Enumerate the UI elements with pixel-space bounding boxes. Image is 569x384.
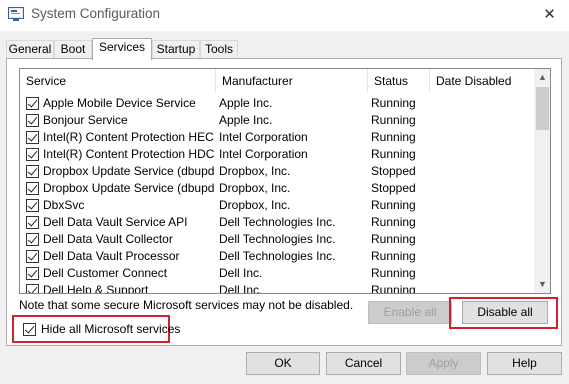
services-list[interactable]: Service Manufacturer Status Date Disable… (19, 68, 551, 294)
hide-microsoft-services-label[interactable]: Hide all Microsoft services (41, 322, 180, 336)
service-manufacturer: Dropbox, Inc. (219, 164, 291, 178)
tab-general[interactable]: General (6, 40, 54, 59)
service-status: Running (371, 232, 416, 246)
service-status: Running (371, 266, 416, 280)
service-status: Running (371, 249, 416, 263)
service-manufacturer: Dell Technologies Inc. (219, 215, 336, 229)
tab-tools[interactable]: Tools (200, 40, 238, 59)
service-manufacturer: Dell Inc. (219, 266, 263, 280)
service-checkbox[interactable] (26, 182, 39, 195)
service-manufacturer: Intel Corporation (219, 147, 308, 161)
service-manufacturer: Dropbox, Inc. (219, 181, 291, 195)
service-manufacturer: Apple Inc. (219, 113, 273, 127)
service-name: DbxSvc (43, 198, 85, 212)
service-checkbox[interactable] (26, 199, 39, 212)
table-row[interactable]: Dell Customer Connect Dell Inc. Running (20, 265, 534, 282)
enable-all-button[interactable]: Enable all (368, 301, 452, 324)
service-manufacturer: Intel Corporation (219, 130, 308, 144)
table-row[interactable]: Intel(R) Content Protection HDC... Intel … (20, 146, 534, 163)
service-name: Intel(R) Content Protection HEC... (43, 130, 215, 144)
title-bar: System Configuration ✕ (0, 0, 569, 31)
service-checkbox[interactable] (26, 148, 39, 161)
column-header-service[interactable]: Service (20, 69, 216, 93)
table-row[interactable]: Dell Data Vault Service API Dell Technolo… (20, 214, 534, 231)
disable-all-label: Disable all (477, 305, 533, 319)
table-row[interactable]: Dropbox Update Service (dbupd... Dropbox,… (20, 163, 534, 180)
service-checkbox[interactable] (26, 250, 39, 263)
service-status: Running (371, 283, 416, 294)
table-row[interactable]: Bonjour Service Apple Inc. Running (20, 112, 534, 129)
msconfig-icon (8, 7, 24, 21)
services-rows: Apple Mobile Device Service Apple Inc. Run… (20, 95, 534, 294)
table-row[interactable]: Dell Data Vault Processor Dell Technologi… (20, 248, 534, 265)
service-manufacturer: Apple Inc. (219, 96, 273, 110)
service-name: Dell Customer Connect (43, 266, 168, 280)
service-checkbox[interactable] (26, 216, 39, 229)
service-status: Stopped (371, 181, 416, 195)
service-name: Dropbox Update Service (dbupd... (43, 164, 215, 178)
service-manufacturer: Dell Inc. (219, 283, 263, 294)
table-row[interactable]: Dell Help & Support Dell Inc. Running (20, 282, 534, 294)
apply-button[interactable]: Apply (406, 352, 481, 375)
service-checkbox[interactable] (26, 284, 39, 293)
table-row[interactable]: Dropbox Update Service (dbupd... Dropbox,… (20, 180, 534, 197)
enable-all-label: Enable all (383, 305, 437, 319)
tab-boot[interactable]: Boot (54, 40, 92, 59)
service-status: Stopped (371, 164, 416, 178)
disable-all-button[interactable]: Disable all (462, 301, 548, 324)
service-status: Running (371, 96, 416, 110)
service-status: Running (371, 215, 416, 229)
tab-services[interactable]: Services (92, 38, 152, 60)
scroll-up-icon[interactable]: ▲ (534, 69, 550, 86)
scroll-down-icon[interactable]: ▼ (534, 276, 550, 293)
service-name: Intel(R) Content Protection HDC... (43, 147, 215, 161)
service-checkbox[interactable] (26, 131, 39, 144)
service-status: Running (371, 113, 416, 127)
cancel-button[interactable]: Cancel (326, 352, 401, 375)
column-header-status[interactable]: Status (368, 69, 430, 93)
window-title: System Configuration (31, 6, 161, 21)
column-header-date-disabled[interactable]: Date Disabled (430, 69, 534, 93)
ok-button[interactable]: OK (246, 352, 320, 375)
apply-label: Apply (428, 356, 459, 370)
service-manufacturer: Dell Technologies Inc. (219, 232, 336, 246)
vertical-scrollbar[interactable]: ▲ ▼ (534, 69, 550, 293)
service-manufacturer: Dropbox, Inc. (219, 198, 291, 212)
table-row[interactable]: Intel(R) Content Protection HEC... Intel … (20, 129, 534, 146)
column-header-manufacturer[interactable]: Manufacturer (216, 69, 368, 93)
service-checkbox[interactable] (26, 267, 39, 280)
table-row[interactable]: DbxSvc Dropbox, Inc. Running (20, 197, 534, 214)
close-icon[interactable]: ✕ (530, 0, 569, 31)
service-name: Dell Data Vault Service API (43, 215, 188, 229)
service-status: Running (371, 130, 416, 144)
service-checkbox[interactable] (26, 165, 39, 178)
hide-microsoft-services-checkbox[interactable] (23, 323, 36, 336)
service-name: Dell Data Vault Processor (43, 249, 180, 263)
service-checkbox[interactable] (26, 97, 39, 110)
service-checkbox[interactable] (26, 114, 39, 127)
service-manufacturer: Dell Technologies Inc. (219, 249, 336, 263)
service-status: Running (371, 198, 416, 212)
service-name: Dell Data Vault Collector (43, 232, 173, 246)
tab-startup[interactable]: Startup (152, 40, 200, 59)
service-name: Bonjour Service (43, 113, 128, 127)
scroll-thumb[interactable] (536, 87, 549, 130)
service-checkbox[interactable] (26, 233, 39, 246)
service-name: Apple Mobile Device Service (43, 96, 196, 110)
services-panel: Service Manufacturer Status Date Disable… (6, 58, 562, 346)
table-row[interactable]: Dell Data Vault Collector Dell Technologi… (20, 231, 534, 248)
service-name: Dropbox Update Service (dbupd... (43, 181, 215, 195)
table-row[interactable]: Apple Mobile Device Service Apple Inc. Run… (20, 95, 534, 112)
help-button[interactable]: Help (487, 352, 562, 375)
service-name: Dell Help & Support (43, 283, 149, 294)
note-text: Note that some secure Microsoft services… (19, 298, 354, 312)
service-status: Running (371, 147, 416, 161)
